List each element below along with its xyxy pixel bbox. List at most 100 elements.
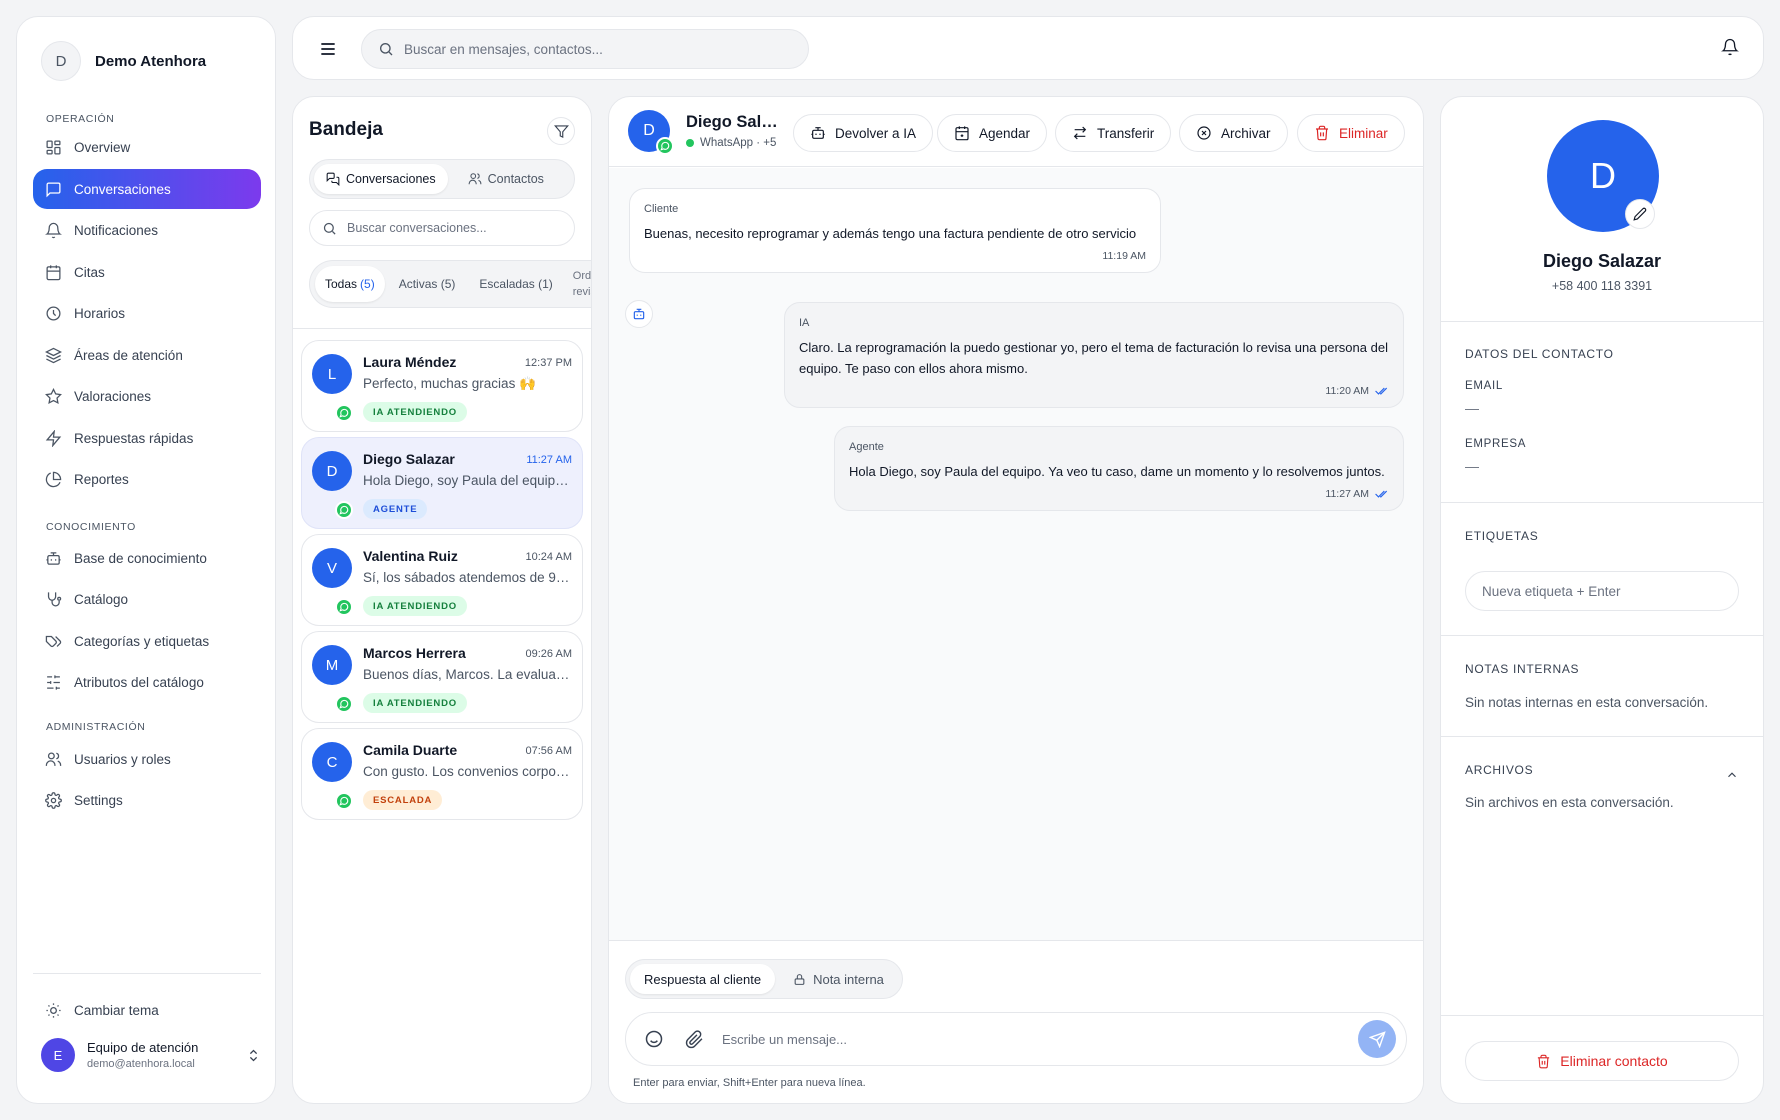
message-text: Hola Diego, soy Paula del equipo. Ya veo…	[849, 464, 1385, 479]
sidebar-item-catalogo[interactable]: Catálogo	[33, 579, 261, 619]
conversation-time: 07:56 AM	[525, 745, 572, 757]
calendar-icon	[45, 264, 62, 281]
tab-internal-note[interactable]: Nota interna	[779, 964, 898, 994]
tag-input-field[interactable]	[1482, 583, 1722, 599]
filter-tab-activas[interactable]: Activas (5)	[389, 266, 466, 302]
users-icon	[45, 751, 62, 768]
filter-tab-label: Todas	[325, 277, 358, 291]
inbox-panel: Bandeja Conversaciones Contactos Todas(5…	[292, 96, 592, 1104]
layers-icon	[45, 347, 62, 364]
filter-tab-overflow[interactable]: Orde revis	[567, 268, 591, 300]
whatsapp-icon	[335, 695, 353, 713]
message-text: Claro. La reprogramación la puedo gestio…	[799, 340, 1388, 376]
global-search[interactable]	[361, 29, 809, 69]
conversation-item[interactable]: C Camila Duarte 07:56 AM Con gusto. Los con…	[301, 728, 583, 820]
sidebar-item-base-conocimiento[interactable]: Base de conocimiento	[33, 538, 261, 578]
status-badge: ESCALADA	[363, 790, 443, 810]
message-time: 11:19 AM	[1102, 250, 1146, 262]
status-badge: IA ATENDIENDO	[363, 596, 467, 616]
filter-tab-escaladas[interactable]: Escaladas (1)	[469, 266, 562, 302]
filter-tab-todas[interactable]: Todas (5)	[315, 266, 385, 302]
email-value: —	[1465, 400, 1479, 416]
conversation-item[interactable]: L Laura Méndez 12:37 PM Perfecto, muchas gr…	[301, 340, 583, 432]
double-check-icon	[1375, 489, 1389, 499]
bot-icon	[810, 125, 826, 141]
send-button[interactable]	[1358, 1020, 1396, 1058]
delete-contact-button[interactable]: Eliminar contacto	[1465, 1041, 1739, 1081]
status-badge: IA ATENDIENDO	[363, 402, 467, 422]
edit-contact-button[interactable]	[1625, 199, 1655, 229]
sun-icon	[45, 1002, 62, 1019]
conversation-search-input[interactable]	[347, 221, 557, 235]
global-search-input[interactable]	[404, 41, 764, 57]
sidebar-item-label: Overview	[74, 139, 131, 155]
section-label-administracion: ADMINISTRACIÓN	[46, 721, 146, 733]
avatar: C	[312, 742, 352, 782]
conversation-item[interactable]: M Marcos Herrera 09:26 AM Buenos días, Marc…	[301, 631, 583, 723]
chat-header: D Diego Salazar WhatsApp · +5 Devolver a…	[609, 97, 1423, 167]
sidebar-item-usuarios[interactable]: Usuarios y roles	[33, 739, 261, 779]
user-name: Equipo de atención	[87, 1040, 199, 1055]
user-email: demo@atenhora.local	[87, 1058, 195, 1070]
sidebar-item-respuestas-rapidas[interactable]: Respuestas rápidas	[33, 418, 261, 458]
schedule-button[interactable]: Agendar	[937, 114, 1048, 152]
conversation-time: 11:27 AM	[526, 454, 572, 466]
conversation-search[interactable]	[309, 210, 575, 246]
double-check-icon	[1375, 386, 1389, 396]
workspace-switcher[interactable]: D Demo Atenhora	[41, 41, 206, 81]
tag-input[interactable]	[1465, 571, 1739, 611]
chevron-up-icon[interactable]	[1725, 768, 1739, 782]
email-label: EMAIL	[1465, 380, 1504, 392]
users-icon	[468, 172, 482, 186]
tab-conversaciones[interactable]: Conversaciones	[314, 164, 448, 194]
conversation-item[interactable]: V Valentina Ruiz 10:24 AM Sí, los sábados a…	[301, 534, 583, 626]
conversation-name: Camila Duarte	[363, 742, 458, 758]
user-menu[interactable]: E Equipo de atención demo@atenhora.local	[41, 1038, 261, 1072]
sidebar-item-horarios[interactable]: Horarios	[33, 293, 261, 333]
contact-details-heading: DATOS DEL CONTACTO	[1465, 347, 1614, 361]
sidebar-item-notificaciones[interactable]: Notificaciones	[33, 210, 261, 250]
avatar: L	[312, 354, 352, 394]
conversation-time: 09:26 AM	[525, 648, 572, 660]
emoji-icon[interactable]	[642, 1027, 666, 1051]
arrows-left-right-icon	[1072, 125, 1088, 141]
search-icon	[322, 221, 337, 236]
paperclip-icon[interactable]	[682, 1027, 706, 1051]
tab-contactos[interactable]: Contactos	[456, 164, 556, 194]
sidebar-item-atributos[interactable]: Atributos del catálogo	[33, 662, 261, 702]
sidebar-item-areas[interactable]: Áreas de atención	[33, 335, 261, 375]
sidebar-item-label: Usuarios y roles	[74, 751, 171, 767]
delete-conversation-button[interactable]: Eliminar	[1297, 114, 1405, 152]
tab-customer-reply[interactable]: Respuesta al cliente	[630, 964, 776, 994]
bell-icon[interactable]	[1721, 38, 1739, 56]
message-square-icon	[45, 181, 62, 198]
avatar: M	[312, 645, 352, 685]
sidebar-item-reportes[interactable]: Reportes	[33, 459, 261, 499]
archive-button[interactable]: Archivar	[1179, 114, 1288, 152]
sidebar-item-settings[interactable]: Settings	[33, 780, 261, 820]
return-to-ai-button[interactable]: Devolver a IA	[793, 114, 934, 152]
sidebar-item-label: Conversaciones	[74, 181, 171, 197]
message-bubble-ai: IA Claro. La reprogramación la puedo ges…	[784, 302, 1404, 408]
layout-grid-icon	[45, 139, 62, 156]
theme-toggle-button[interactable]: Cambiar tema	[33, 990, 261, 1030]
message-input[interactable]	[722, 1031, 1358, 1047]
sidebar-item-categorias[interactable]: Categorías y etiquetas	[33, 621, 261, 661]
sidebar-item-label: Catálogo	[74, 591, 129, 607]
whatsapp-icon	[656, 137, 674, 155]
sidebar-item-citas[interactable]: Citas	[33, 252, 261, 292]
message-meta: 11:20 AM	[799, 385, 1389, 397]
sidebar-item-conversaciones[interactable]: Conversaciones	[33, 169, 261, 209]
sidebar-item-valoraciones[interactable]: Valoraciones	[33, 376, 261, 416]
sidebar-item-label: Atributos del catálogo	[74, 674, 204, 690]
filter-tab-overflow-line: revis	[572, 286, 591, 298]
filter-button[interactable]	[547, 117, 575, 145]
sidebar-item-label: Notificaciones	[74, 222, 159, 238]
conversation-time: 10:24 AM	[525, 551, 572, 563]
menu-icon[interactable]	[315, 36, 341, 62]
theme-toggle-label: Cambiar tema	[74, 1002, 159, 1018]
sidebar-item-overview[interactable]: Overview	[33, 127, 261, 167]
chevrons-up-down-icon[interactable]	[246, 1048, 261, 1063]
transfer-button[interactable]: Transferir	[1055, 114, 1172, 152]
conversation-item[interactable]: D Diego Salazar 11:27 AM Hola Diego, soy Pa…	[301, 437, 583, 529]
